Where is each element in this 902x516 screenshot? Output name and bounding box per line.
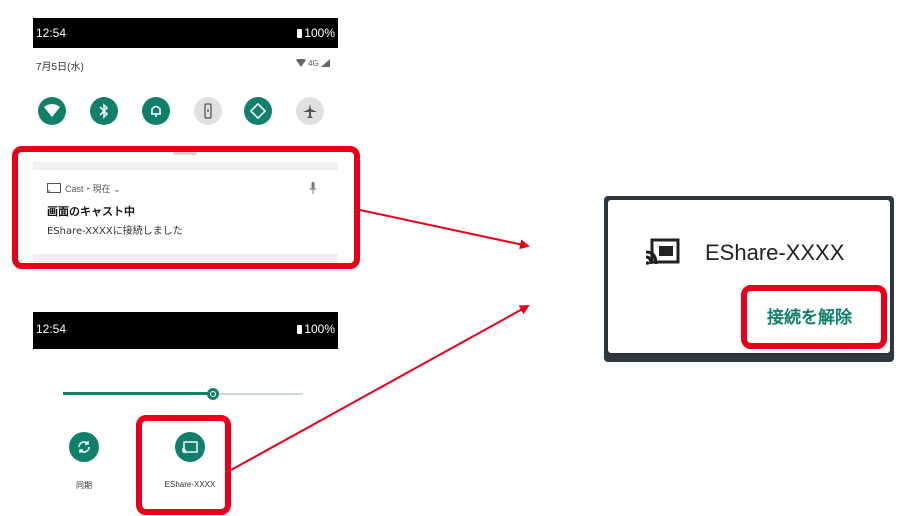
- highlight-box-disconnect: [741, 285, 887, 349]
- arrow-notification-to-popup: [359, 209, 530, 250]
- arrow-tile-to-popup: [230, 305, 530, 471]
- dialog-device-name: EShare-XXXX: [705, 240, 845, 265]
- cast-icon: [646, 238, 680, 265]
